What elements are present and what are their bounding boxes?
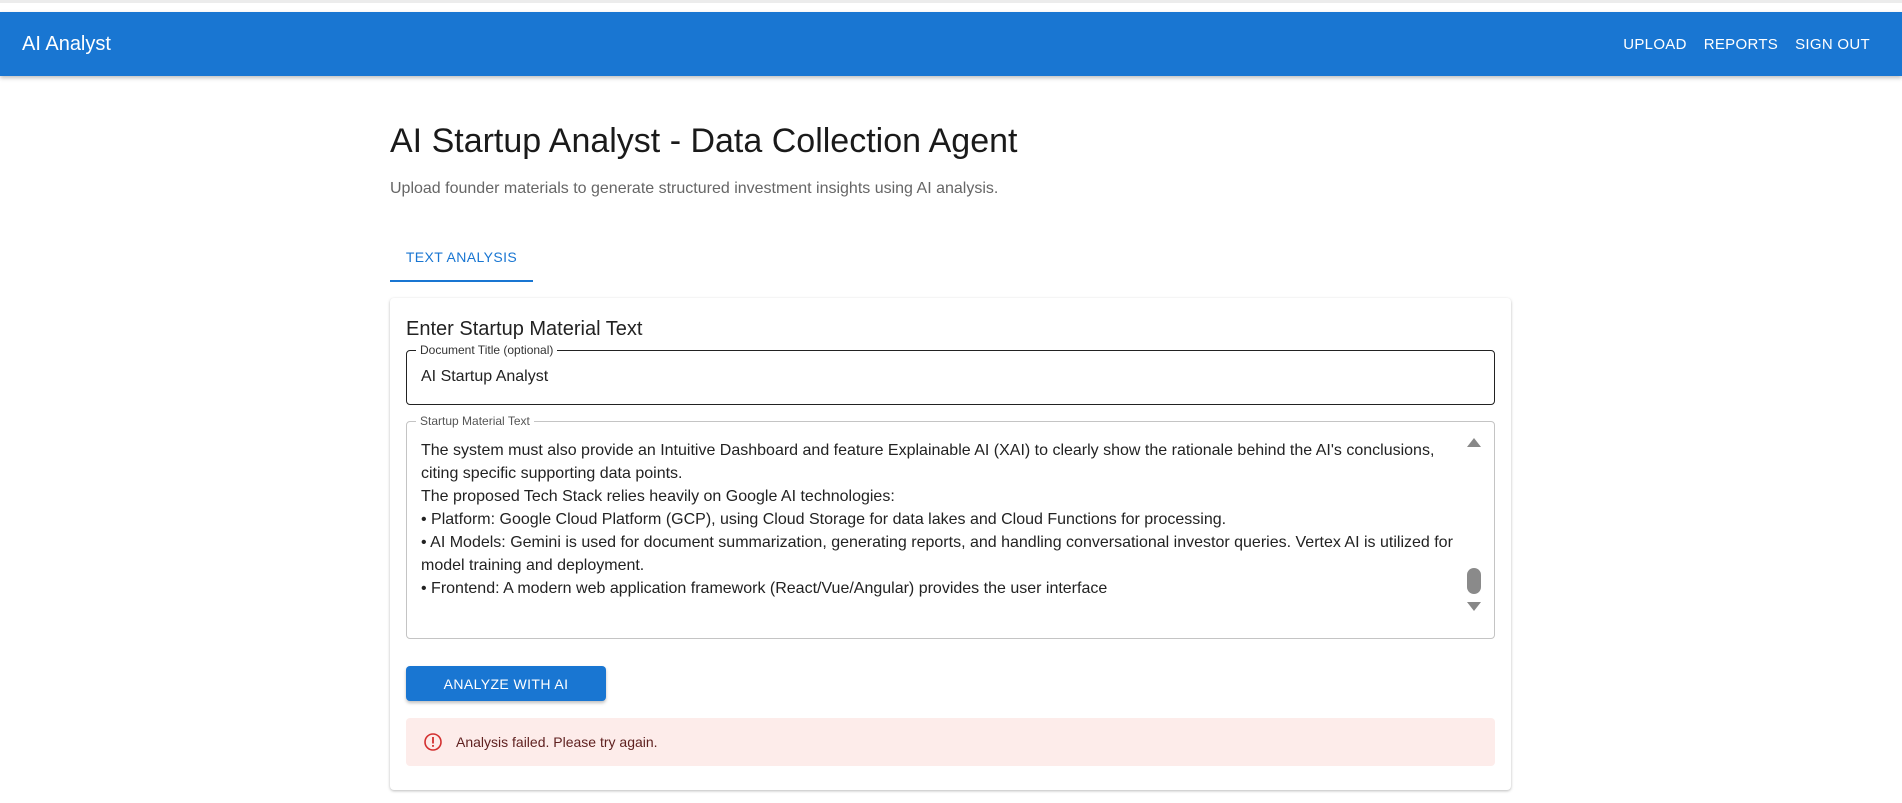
error-outline-icon — [423, 732, 443, 757]
scroll-down-arrow-icon[interactable] — [1467, 602, 1481, 611]
analyze-with-ai-button[interactable]: ANALYZE WITH AI — [406, 666, 606, 701]
page-title: AI Startup Analyst - Data Collection Age… — [390, 122, 1018, 160]
text-line: The proposed Tech Stack relies heavily o… — [421, 488, 895, 505]
scroll-up-arrow-icon[interactable] — [1467, 438, 1481, 447]
scrollbar-thumb[interactable] — [1467, 568, 1481, 594]
page-subtitle: Upload founder materials to generate str… — [390, 180, 999, 197]
document-title-label: Document Title (optional) — [416, 343, 558, 357]
startup-material-field[interactable]: Startup Material Text The system must al… — [406, 414, 1495, 639]
text-line: The system must also provide an Intuitiv… — [421, 442, 1435, 482]
nav-sign-out-button[interactable]: SIGN OUT — [1795, 36, 1870, 53]
text-line: • Frontend: A modern web application fra… — [421, 580, 1108, 597]
text-line: • Platform: Google Cloud Platform (GCP),… — [421, 511, 1227, 528]
startup-material-textarea[interactable]: The system must also provide an Intuitiv… — [421, 439, 1461, 600]
nav-upload-button[interactable]: UPLOAD — [1623, 36, 1687, 53]
app-bar: AI Analyst UPLOAD REPORTS SIGN OUT — [0, 12, 1902, 76]
text-line: • AI Models: Gemini is used for document… — [421, 534, 1453, 574]
analysis-card: Enter Startup Material Text Document Tit… — [390, 298, 1511, 790]
nav-reports-button[interactable]: REPORTS — [1704, 36, 1778, 53]
card-title: Enter Startup Material Text — [406, 318, 643, 340]
textarea-scrollbar[interactable] — [1466, 438, 1482, 628]
browser-top-line — [0, 0, 1902, 3]
tab-text-analysis[interactable]: TEXT ANALYSIS — [390, 234, 533, 282]
document-title-field[interactable]: Document Title (optional) AI Startup Ana… — [406, 343, 1495, 405]
error-message: Analysis failed. Please try again. — [456, 734, 658, 750]
startup-material-label: Startup Material Text — [416, 414, 534, 428]
top-nav: UPLOAD REPORTS SIGN OUT — [1623, 12, 1870, 76]
error-alert: Analysis failed. Please try again. — [406, 718, 1495, 766]
app-title[interactable]: AI Analyst — [22, 12, 111, 76]
document-title-input[interactable]: AI Startup Analyst — [421, 368, 548, 386]
